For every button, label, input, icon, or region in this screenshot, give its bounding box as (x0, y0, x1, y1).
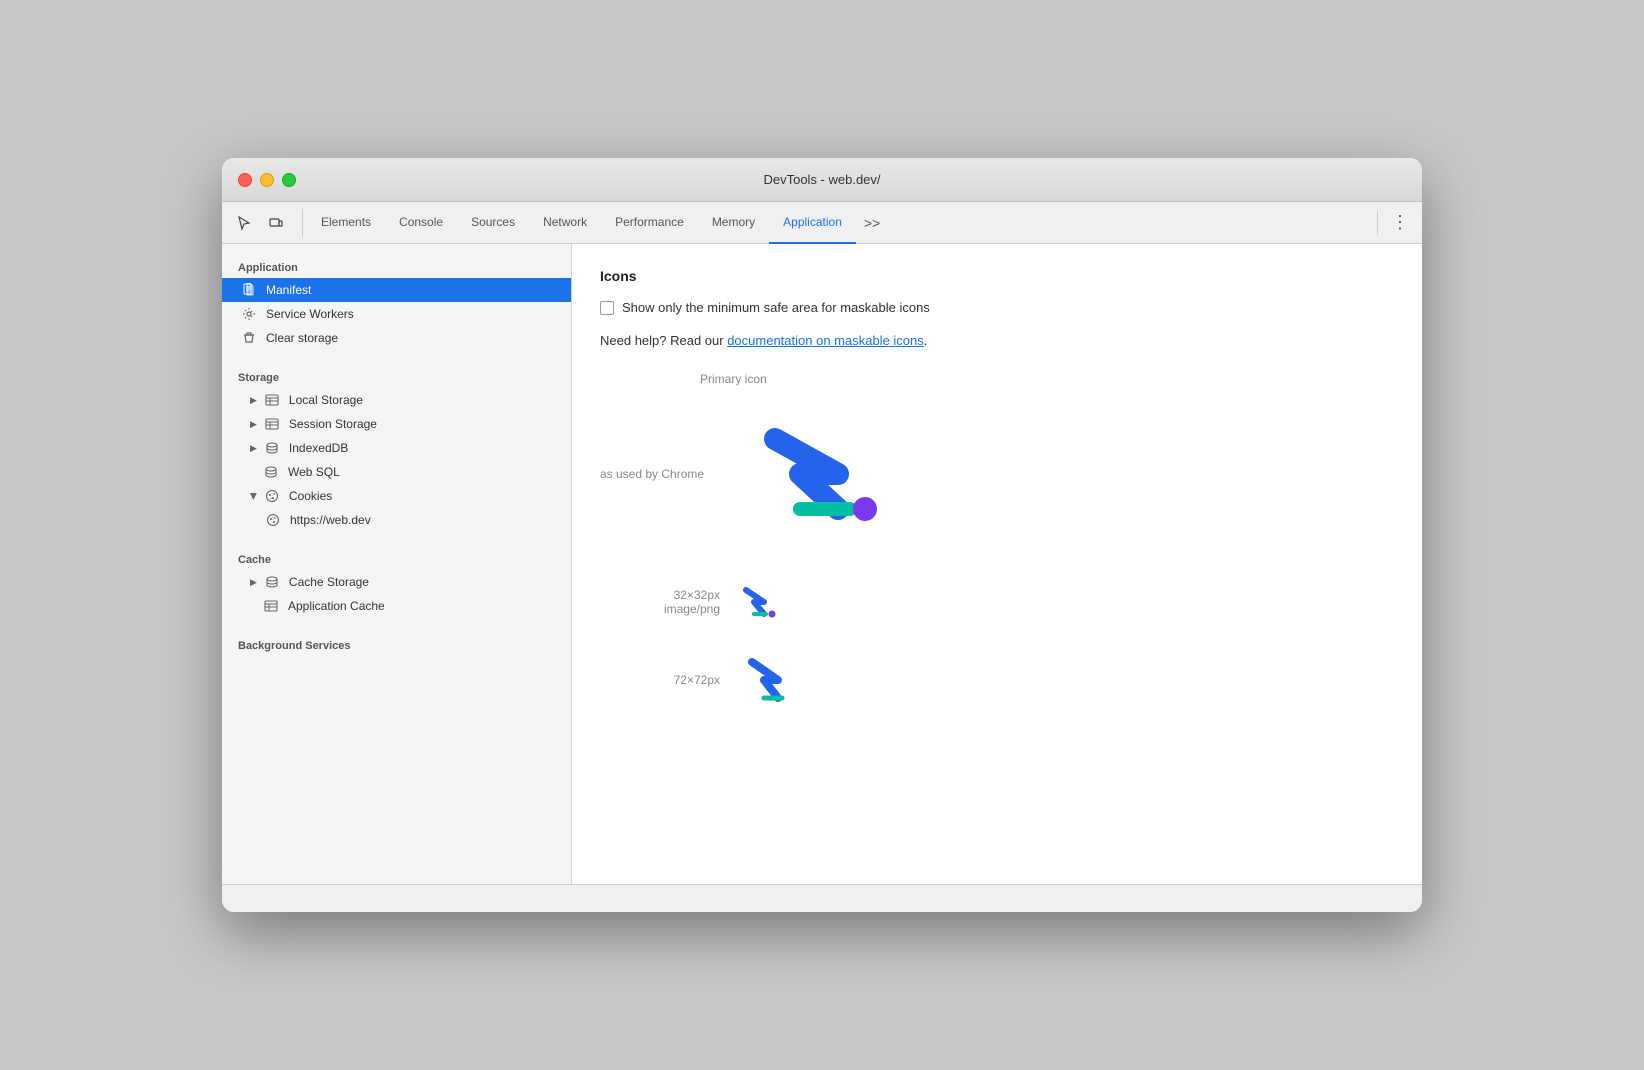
local-storage-label: Local Storage (289, 393, 363, 407)
primary-icon-section: Primary icon as used by Chrome (600, 372, 1394, 554)
cookies-label: Cookies (289, 489, 332, 503)
sidebar-item-web-sql[interactable]: Web SQL (222, 460, 571, 484)
devtools-window: DevTools - web.dev/ Elements Console So (222, 158, 1422, 912)
traffic-lights (238, 173, 296, 187)
cookies-icon (265, 489, 281, 503)
cookie-item-icon (266, 513, 282, 527)
tab-performance[interactable]: Performance (601, 202, 698, 244)
clear-storage-label: Clear storage (266, 331, 338, 345)
title-bar: DevTools - web.dev/ (222, 158, 1422, 202)
app-cache-table-icon (264, 599, 280, 613)
icon-32-size: 32×32px (600, 588, 720, 602)
cursor-icon[interactable] (230, 209, 258, 237)
close-button[interactable] (238, 173, 252, 187)
table-icon (265, 393, 281, 407)
db-icon (265, 441, 281, 455)
session-storage-label: Session Storage (289, 417, 377, 431)
maskable-checkbox-label: Show only the minimum safe area for mask… (622, 300, 930, 315)
application-section-label: Application (222, 252, 571, 278)
minimize-button[interactable] (260, 173, 274, 187)
icon-72-size: 72×72px (600, 673, 720, 687)
maskable-checkbox-row: Show only the minimum safe area for mask… (600, 300, 1394, 315)
help-link[interactable]: documentation on maskable icons (727, 333, 924, 348)
icon-32-meta: 32×32px image/png (600, 588, 720, 616)
sidebar-item-clear-storage[interactable]: Clear storage (222, 326, 571, 350)
toolbar-right: ⋮ (1369, 209, 1414, 237)
service-workers-label: Service Workers (266, 307, 354, 321)
sidebar-item-cookies-webdev[interactable]: https://web.dev (222, 508, 571, 532)
window-title: DevTools - web.dev/ (763, 172, 880, 187)
expand-cookies-icon: ▶ (248, 493, 259, 500)
toolbar: Elements Console Sources Network Perform… (222, 202, 1422, 244)
tab-network[interactable]: Network (529, 202, 601, 244)
primary-icon-label: Primary icon (600, 372, 1394, 386)
help-text-after: . (924, 333, 928, 348)
db-icon-websql (264, 465, 280, 479)
expand-cache-storage-icon: ▶ (250, 577, 257, 588)
sidebar-item-session-storage[interactable]: ▶ Session Storage (222, 412, 571, 436)
toolbar-icons (230, 209, 303, 237)
maximize-button[interactable] (282, 173, 296, 187)
maskable-checkbox[interactable] (600, 301, 614, 315)
primary-icon-preview (740, 394, 900, 554)
icon-72-preview (736, 644, 808, 716)
web-sql-label: Web SQL (288, 465, 340, 479)
sidebar: Application Manifest (222, 244, 572, 884)
primary-icon-row: as used by Chrome (600, 394, 1394, 554)
tab-memory[interactable]: Memory (698, 202, 769, 244)
trash-icon (242, 331, 258, 345)
content-pane: Icons Show only the minimum safe area fo… (572, 244, 1422, 884)
expand-indexeddb-icon: ▶ (250, 443, 257, 454)
icon-72-meta: 72×72px (600, 673, 720, 687)
responsive-icon[interactable] (262, 209, 290, 237)
cache-section-label: Cache (222, 544, 571, 570)
more-tabs-button[interactable]: >> (856, 202, 888, 244)
tab-elements[interactable]: Elements (307, 202, 385, 244)
sidebar-item-indexeddb[interactable]: ▶ IndexedDB (222, 436, 571, 460)
app-cache-label: Application Cache (288, 599, 385, 613)
cookies-webdev-label: https://web.dev (290, 513, 371, 527)
expand-session-storage-icon: ▶ (250, 419, 257, 430)
sidebar-item-manifest[interactable]: Manifest (222, 278, 571, 302)
tab-console[interactable]: Console (385, 202, 457, 244)
kebab-menu-button[interactable]: ⋮ (1386, 209, 1414, 237)
storage-section-label: Storage (222, 362, 571, 388)
main-content: Application Manifest (222, 244, 1422, 884)
table-icon-session (265, 417, 281, 431)
sidebar-item-app-cache[interactable]: Application Cache (222, 594, 571, 618)
icon-32-row: 32×32px image/png (600, 578, 1394, 626)
cache-storage-label: Cache Storage (289, 575, 369, 589)
bottom-bar (222, 884, 1422, 912)
indexeddb-label: IndexedDB (289, 441, 348, 455)
sidebar-item-cookies[interactable]: ▶ Cookies (222, 484, 571, 508)
as-used-label: as used by Chrome (600, 467, 720, 481)
sidebar-item-local-storage[interactable]: ▶ Local Storage (222, 388, 571, 412)
help-text: Need help? Read our documentation on mas… (600, 333, 1394, 348)
background-section-label: Background Services (222, 630, 571, 656)
gear-icon (242, 307, 258, 321)
sidebar-item-cache-storage[interactable]: ▶ Cache Storage (222, 570, 571, 594)
expand-local-storage-icon: ▶ (250, 395, 257, 406)
cache-db-icon (265, 575, 281, 589)
help-text-before: Need help? Read our (600, 333, 727, 348)
icon-32-preview (736, 578, 784, 626)
manifest-label: Manifest (266, 283, 311, 297)
icons-heading: Icons (600, 268, 1394, 284)
icon-32-type: image/png (600, 602, 720, 616)
sidebar-item-service-workers[interactable]: Service Workers (222, 302, 571, 326)
tab-sources[interactable]: Sources (457, 202, 529, 244)
manifest-icon (242, 283, 258, 297)
icon-72-row: 72×72px (600, 644, 1394, 716)
tab-application[interactable]: Application (769, 202, 856, 244)
